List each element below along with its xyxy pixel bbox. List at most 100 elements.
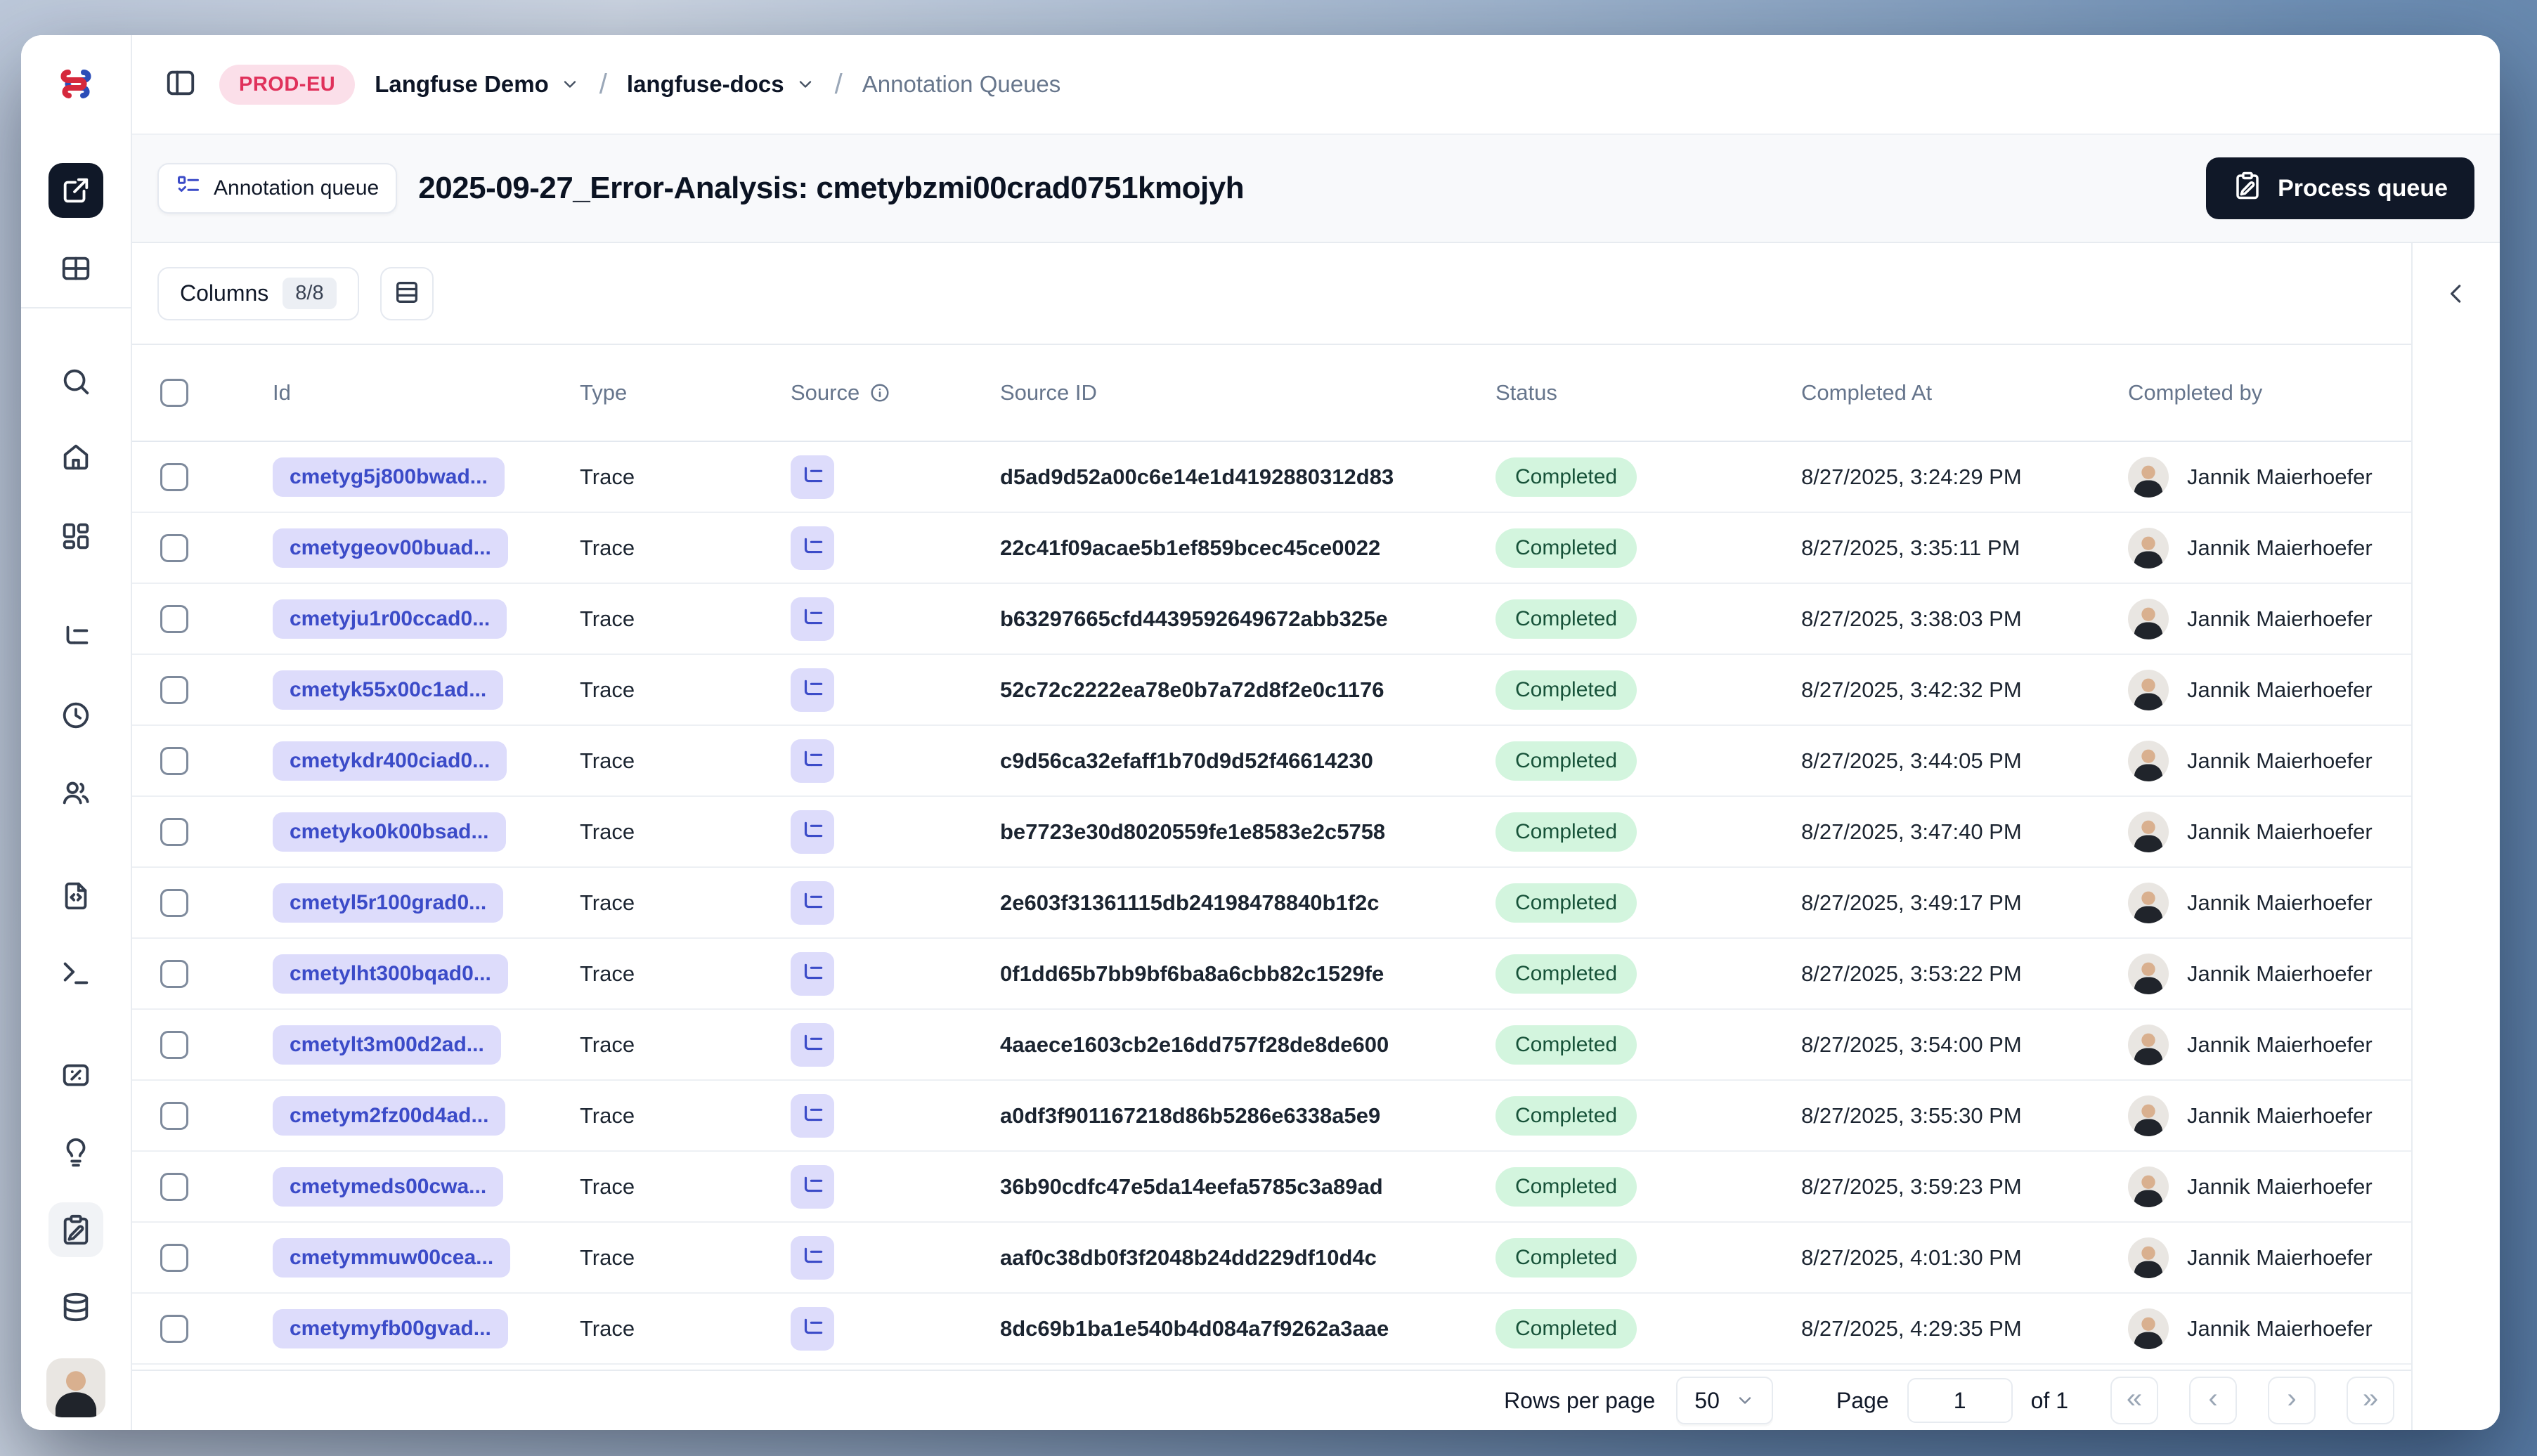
row-checkbox[interactable] — [160, 1101, 188, 1130]
table-row[interactable]: cmetyko0k00bsad... Trace be7723e30d80205… — [132, 797, 2411, 868]
breadcrumb-project[interactable]: langfuse-docs — [627, 71, 815, 98]
source-id-text: 0f1dd65b7bb9bf6ba8a6cbb82c1529fe — [1000, 961, 1384, 986]
row-checkbox[interactable] — [160, 1172, 188, 1201]
rows-per-page-select[interactable]: 50 — [1676, 1377, 1773, 1424]
item-type-text: Trace — [580, 1032, 635, 1057]
row-checkbox[interactable] — [160, 1243, 188, 1272]
item-id-badge[interactable]: cmetyl5r100grad0... — [273, 883, 504, 923]
completed-by-text: Jannik Maierhoefer — [2187, 748, 2373, 773]
item-id-badge[interactable]: cmetymyfb00gvad... — [273, 1308, 508, 1348]
annotation-queue-badge[interactable]: Annotation queue — [157, 163, 398, 214]
select-all-checkbox[interactable] — [160, 379, 188, 407]
breadcrumb-organization[interactable]: Langfuse Demo — [375, 71, 580, 98]
table-row[interactable]: cmetymyfb00gvad... Trace 8dc69b1ba1e540b… — [132, 1294, 2411, 1365]
row-checkbox[interactable] — [160, 462, 188, 491]
row-checkbox[interactable] — [160, 746, 188, 775]
table-row[interactable]: cmetylt3m00d2ad... Trace 4aaece1603cb2e1… — [132, 1010, 2411, 1081]
panel-left-icon — [164, 67, 197, 103]
status-badge: Completed — [1495, 883, 1637, 923]
columns-button-label: Columns — [180, 280, 269, 306]
item-id-badge[interactable]: cmetykdr400ciad0... — [273, 741, 507, 781]
row-checkbox[interactable] — [160, 675, 188, 704]
sidebar-toggle-button[interactable] — [162, 65, 200, 103]
trace-tree-icon[interactable] — [791, 1022, 834, 1067]
tracing-button[interactable] — [48, 611, 103, 665]
langfuse-logo[interactable] — [57, 35, 95, 134]
panel-collapse-button[interactable] — [2437, 275, 2476, 315]
item-id-badge[interactable]: cmetyko0k00bsad... — [273, 812, 506, 852]
item-id-badge[interactable]: cmetyju1r00ccad0... — [273, 599, 507, 639]
trace-tree-icon[interactable] — [791, 1164, 834, 1209]
dashboards-button[interactable] — [48, 509, 103, 564]
status-badge: Completed — [1495, 457, 1637, 497]
trace-tree-icon[interactable] — [791, 526, 834, 570]
item-id-badge[interactable]: cmetymmuw00cea... — [273, 1237, 511, 1278]
item-id-badge[interactable]: cmetygeov00buad... — [273, 528, 508, 568]
table-row[interactable]: cmetyju1r00ccad0... Trace b63297665cfd44… — [132, 584, 2411, 655]
status-badge: Completed — [1495, 741, 1637, 781]
row-checkbox[interactable] — [160, 959, 188, 988]
process-queue-button[interactable]: Process queue — [2206, 157, 2474, 219]
header-checkbox-cell — [132, 379, 273, 407]
annotation-queues-button[interactable] — [48, 1202, 103, 1257]
trace-tree-icon[interactable] — [791, 951, 834, 996]
environment-badge: PROD-EU — [219, 64, 356, 105]
prompts-button[interactable] — [48, 869, 103, 923]
item-id-badge[interactable]: cmetymeds00cwa... — [273, 1166, 504, 1207]
trace-tree-icon[interactable] — [791, 455, 834, 499]
table-row[interactable]: cmetykdr400ciad0... Trace c9d56ca32efaff… — [132, 726, 2411, 797]
trace-tree-icon[interactable] — [791, 1093, 834, 1138]
completed-by-text: Jannik Maierhoefer — [2187, 819, 2373, 844]
row-checkbox[interactable] — [160, 888, 188, 917]
row-checkbox[interactable] — [160, 817, 188, 846]
column-header-completed-at: Completed At — [1801, 380, 1933, 405]
columns-button[interactable]: Columns 8/8 — [157, 266, 359, 320]
trace-tree-icon[interactable] — [791, 668, 834, 712]
page-number-input[interactable] — [1907, 1378, 2013, 1423]
sessions-button[interactable] — [48, 688, 103, 743]
playground-button[interactable] — [48, 946, 103, 1001]
row-height-button[interactable] — [379, 266, 434, 320]
home-button[interactable] — [48, 429, 103, 484]
table-row[interactable]: cmetym2fz00d4ad... Trace a0df3f901167218… — [132, 1081, 2411, 1152]
item-id-badge[interactable]: cmetyg5j800bwad... — [273, 457, 505, 497]
info-icon[interactable] — [869, 382, 890, 403]
user-avatar[interactable] — [46, 1358, 105, 1417]
first-page-button[interactable]: « — [2110, 1377, 2158, 1424]
datasets-button[interactable] — [48, 1280, 103, 1334]
trace-tree-icon[interactable] — [791, 880, 834, 925]
search-button[interactable] — [48, 354, 103, 409]
table-row[interactable]: cmetygeov00buad... Trace 22c41f09acae5b1… — [132, 513, 2411, 584]
table-row[interactable]: cmetymmuw00cea... Trace aaf0c38db0f3f204… — [132, 1223, 2411, 1294]
row-checkbox[interactable] — [160, 1030, 188, 1059]
source-id-text: a0df3f901167218d86b5286e6338a5e9 — [1000, 1103, 1381, 1128]
table-row[interactable]: cmetymeds00cwa... Trace 36b90cdfc47e5da1… — [132, 1152, 2411, 1223]
trace-tree-icon[interactable] — [791, 1306, 834, 1351]
item-id-badge[interactable]: cmetyk55x00c1ad... — [273, 670, 504, 710]
completed-at-text: 8/27/2025, 3:24:29 PM — [1801, 464, 2022, 489]
item-id-badge[interactable]: cmetym2fz00d4ad... — [273, 1096, 506, 1136]
evaluation-button[interactable] — [48, 1048, 103, 1103]
trace-tree-icon[interactable] — [791, 739, 834, 783]
table-row[interactable]: cmetyl5r100grad0... Trace 2e603f31361115… — [132, 868, 2411, 939]
prev-page-button[interactable]: ‹ — [2189, 1377, 2237, 1424]
item-id-badge[interactable]: cmetylht300bqad0... — [273, 954, 508, 994]
row-checkbox[interactable] — [160, 533, 188, 562]
table-row[interactable]: cmetyk55x00c1ad... Trace 52c72c2222ea78e… — [132, 655, 2411, 726]
row-checkbox[interactable] — [160, 1314, 188, 1343]
insights-button[interactable] — [48, 1125, 103, 1180]
table-view-button[interactable] — [48, 241, 103, 296]
next-page-button[interactable]: › — [2268, 1377, 2316, 1424]
users-button[interactable] — [48, 765, 103, 820]
status-badge: Completed — [1495, 528, 1637, 568]
breadcrumb-page[interactable]: Annotation Queues — [862, 71, 1061, 98]
open-new-window-button[interactable] — [48, 163, 103, 218]
table-row[interactable]: cmetylht300bqad0... Trace 0f1dd65b7bb9bf… — [132, 939, 2411, 1010]
trace-tree-icon[interactable] — [791, 1235, 834, 1280]
row-checkbox[interactable] — [160, 604, 188, 633]
trace-tree-icon[interactable] — [791, 597, 834, 641]
trace-tree-icon[interactable] — [791, 810, 834, 854]
last-page-button[interactable]: » — [2347, 1377, 2394, 1424]
item-id-badge[interactable]: cmetylt3m00d2ad... — [273, 1025, 501, 1065]
table-row[interactable]: cmetyg5j800bwad... Trace d5ad9d52a00c6e1… — [132, 442, 2411, 513]
